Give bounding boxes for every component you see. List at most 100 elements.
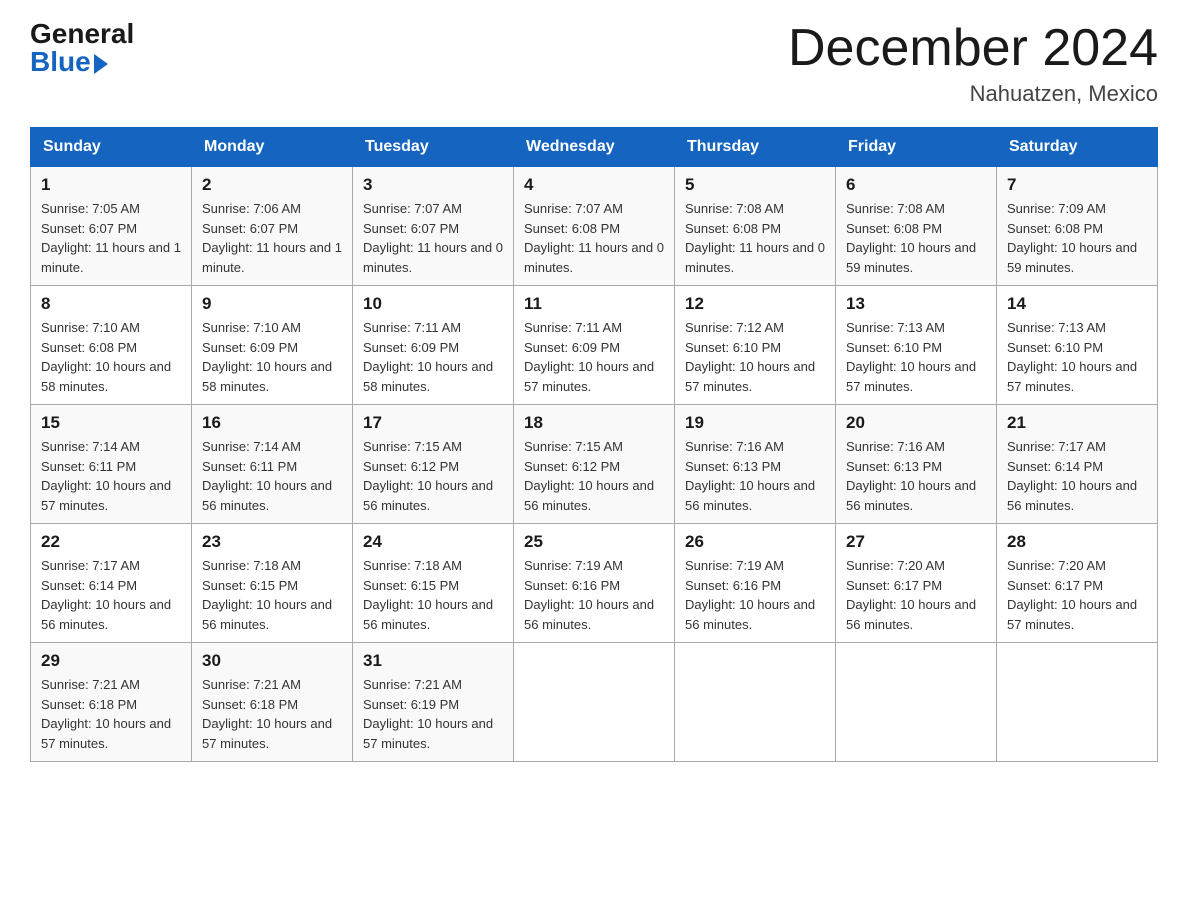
day-number: 12 (685, 294, 825, 314)
day-info: Sunrise: 7:17 AM Sunset: 6:14 PM Dayligh… (41, 556, 181, 634)
col-thursday: Thursday (675, 128, 836, 167)
day-info: Sunrise: 7:15 AM Sunset: 6:12 PM Dayligh… (524, 437, 664, 515)
day-number: 13 (846, 294, 986, 314)
day-info: Sunrise: 7:21 AM Sunset: 6:19 PM Dayligh… (363, 675, 503, 753)
day-info: Sunrise: 7:14 AM Sunset: 6:11 PM Dayligh… (41, 437, 181, 515)
table-row: 7 Sunrise: 7:09 AM Sunset: 6:08 PM Dayli… (997, 167, 1158, 286)
table-row: 3 Sunrise: 7:07 AM Sunset: 6:07 PM Dayli… (353, 167, 514, 286)
day-number: 25 (524, 532, 664, 552)
day-info: Sunrise: 7:12 AM Sunset: 6:10 PM Dayligh… (685, 318, 825, 396)
day-number: 21 (1007, 413, 1147, 433)
day-info: Sunrise: 7:18 AM Sunset: 6:15 PM Dayligh… (202, 556, 342, 634)
day-number: 9 (202, 294, 342, 314)
table-row: 16 Sunrise: 7:14 AM Sunset: 6:11 PM Dayl… (192, 405, 353, 524)
logo-blue-text: Blue (30, 48, 108, 76)
page-header: General Blue December 2024 Nahuatzen, Me… (30, 20, 1158, 107)
table-row: 4 Sunrise: 7:07 AM Sunset: 6:08 PM Dayli… (514, 167, 675, 286)
table-row: 5 Sunrise: 7:08 AM Sunset: 6:08 PM Dayli… (675, 167, 836, 286)
day-info: Sunrise: 7:07 AM Sunset: 6:08 PM Dayligh… (524, 199, 664, 277)
day-number: 16 (202, 413, 342, 433)
calendar-header: Sunday Monday Tuesday Wednesday Thursday… (31, 128, 1158, 167)
day-info: Sunrise: 7:06 AM Sunset: 6:07 PM Dayligh… (202, 199, 342, 277)
day-info: Sunrise: 7:09 AM Sunset: 6:08 PM Dayligh… (1007, 199, 1147, 277)
day-info: Sunrise: 7:16 AM Sunset: 6:13 PM Dayligh… (685, 437, 825, 515)
day-number: 2 (202, 175, 342, 195)
table-row: 24 Sunrise: 7:18 AM Sunset: 6:15 PM Dayl… (353, 524, 514, 643)
day-number: 11 (524, 294, 664, 314)
calendar-body: 1 Sunrise: 7:05 AM Sunset: 6:07 PM Dayli… (31, 167, 1158, 762)
col-friday: Friday (836, 128, 997, 167)
table-row: 20 Sunrise: 7:16 AM Sunset: 6:13 PM Dayl… (836, 405, 997, 524)
day-info: Sunrise: 7:10 AM Sunset: 6:09 PM Dayligh… (202, 318, 342, 396)
table-row: 22 Sunrise: 7:17 AM Sunset: 6:14 PM Dayl… (31, 524, 192, 643)
table-row (514, 643, 675, 762)
month-title: December 2024 (788, 20, 1158, 77)
table-row: 28 Sunrise: 7:20 AM Sunset: 6:17 PM Dayl… (997, 524, 1158, 643)
day-number: 15 (41, 413, 181, 433)
col-saturday: Saturday (997, 128, 1158, 167)
table-row: 26 Sunrise: 7:19 AM Sunset: 6:16 PM Dayl… (675, 524, 836, 643)
table-row: 25 Sunrise: 7:19 AM Sunset: 6:16 PM Dayl… (514, 524, 675, 643)
day-info: Sunrise: 7:20 AM Sunset: 6:17 PM Dayligh… (846, 556, 986, 634)
day-number: 17 (363, 413, 503, 433)
day-info: Sunrise: 7:13 AM Sunset: 6:10 PM Dayligh… (1007, 318, 1147, 396)
calendar-table: Sunday Monday Tuesday Wednesday Thursday… (30, 127, 1158, 762)
calendar-week-row: 29 Sunrise: 7:21 AM Sunset: 6:18 PM Dayl… (31, 643, 1158, 762)
table-row: 21 Sunrise: 7:17 AM Sunset: 6:14 PM Dayl… (997, 405, 1158, 524)
day-info: Sunrise: 7:13 AM Sunset: 6:10 PM Dayligh… (846, 318, 986, 396)
day-info: Sunrise: 7:15 AM Sunset: 6:12 PM Dayligh… (363, 437, 503, 515)
col-tuesday: Tuesday (353, 128, 514, 167)
day-info: Sunrise: 7:21 AM Sunset: 6:18 PM Dayligh… (202, 675, 342, 753)
table-row: 29 Sunrise: 7:21 AM Sunset: 6:18 PM Dayl… (31, 643, 192, 762)
table-row (836, 643, 997, 762)
table-row: 23 Sunrise: 7:18 AM Sunset: 6:15 PM Dayl… (192, 524, 353, 643)
table-row: 19 Sunrise: 7:16 AM Sunset: 6:13 PM Dayl… (675, 405, 836, 524)
calendar-week-row: 15 Sunrise: 7:14 AM Sunset: 6:11 PM Dayl… (31, 405, 1158, 524)
day-info: Sunrise: 7:05 AM Sunset: 6:07 PM Dayligh… (41, 199, 181, 277)
day-info: Sunrise: 7:07 AM Sunset: 6:07 PM Dayligh… (363, 199, 503, 277)
day-number: 22 (41, 532, 181, 552)
location-text: Nahuatzen, Mexico (788, 81, 1158, 107)
table-row: 14 Sunrise: 7:13 AM Sunset: 6:10 PM Dayl… (997, 286, 1158, 405)
day-info: Sunrise: 7:08 AM Sunset: 6:08 PM Dayligh… (685, 199, 825, 277)
day-number: 24 (363, 532, 503, 552)
table-row: 12 Sunrise: 7:12 AM Sunset: 6:10 PM Dayl… (675, 286, 836, 405)
day-number: 29 (41, 651, 181, 671)
table-row: 11 Sunrise: 7:11 AM Sunset: 6:09 PM Dayl… (514, 286, 675, 405)
day-number: 30 (202, 651, 342, 671)
table-row: 9 Sunrise: 7:10 AM Sunset: 6:09 PM Dayli… (192, 286, 353, 405)
day-info: Sunrise: 7:17 AM Sunset: 6:14 PM Dayligh… (1007, 437, 1147, 515)
col-sunday: Sunday (31, 128, 192, 167)
day-info: Sunrise: 7:19 AM Sunset: 6:16 PM Dayligh… (685, 556, 825, 634)
logo: General Blue (30, 20, 134, 76)
day-info: Sunrise: 7:14 AM Sunset: 6:11 PM Dayligh… (202, 437, 342, 515)
title-block: December 2024 Nahuatzen, Mexico (788, 20, 1158, 107)
day-number: 18 (524, 413, 664, 433)
col-monday: Monday (192, 128, 353, 167)
logo-general-text: General (30, 20, 134, 48)
day-info: Sunrise: 7:10 AM Sunset: 6:08 PM Dayligh… (41, 318, 181, 396)
col-wednesday: Wednesday (514, 128, 675, 167)
table-row: 15 Sunrise: 7:14 AM Sunset: 6:11 PM Dayl… (31, 405, 192, 524)
table-row (997, 643, 1158, 762)
table-row: 30 Sunrise: 7:21 AM Sunset: 6:18 PM Dayl… (192, 643, 353, 762)
day-number: 20 (846, 413, 986, 433)
calendar-week-row: 8 Sunrise: 7:10 AM Sunset: 6:08 PM Dayli… (31, 286, 1158, 405)
table-row: 1 Sunrise: 7:05 AM Sunset: 6:07 PM Dayli… (31, 167, 192, 286)
table-row: 8 Sunrise: 7:10 AM Sunset: 6:08 PM Dayli… (31, 286, 192, 405)
day-number: 8 (41, 294, 181, 314)
calendar-week-row: 1 Sunrise: 7:05 AM Sunset: 6:07 PM Dayli… (31, 167, 1158, 286)
day-number: 7 (1007, 175, 1147, 195)
day-info: Sunrise: 7:18 AM Sunset: 6:15 PM Dayligh… (363, 556, 503, 634)
day-info: Sunrise: 7:21 AM Sunset: 6:18 PM Dayligh… (41, 675, 181, 753)
day-number: 10 (363, 294, 503, 314)
day-number: 6 (846, 175, 986, 195)
day-number: 4 (524, 175, 664, 195)
day-number: 26 (685, 532, 825, 552)
day-number: 28 (1007, 532, 1147, 552)
table-row: 31 Sunrise: 7:21 AM Sunset: 6:19 PM Dayl… (353, 643, 514, 762)
day-number: 14 (1007, 294, 1147, 314)
day-info: Sunrise: 7:20 AM Sunset: 6:17 PM Dayligh… (1007, 556, 1147, 634)
day-number: 5 (685, 175, 825, 195)
day-number: 31 (363, 651, 503, 671)
